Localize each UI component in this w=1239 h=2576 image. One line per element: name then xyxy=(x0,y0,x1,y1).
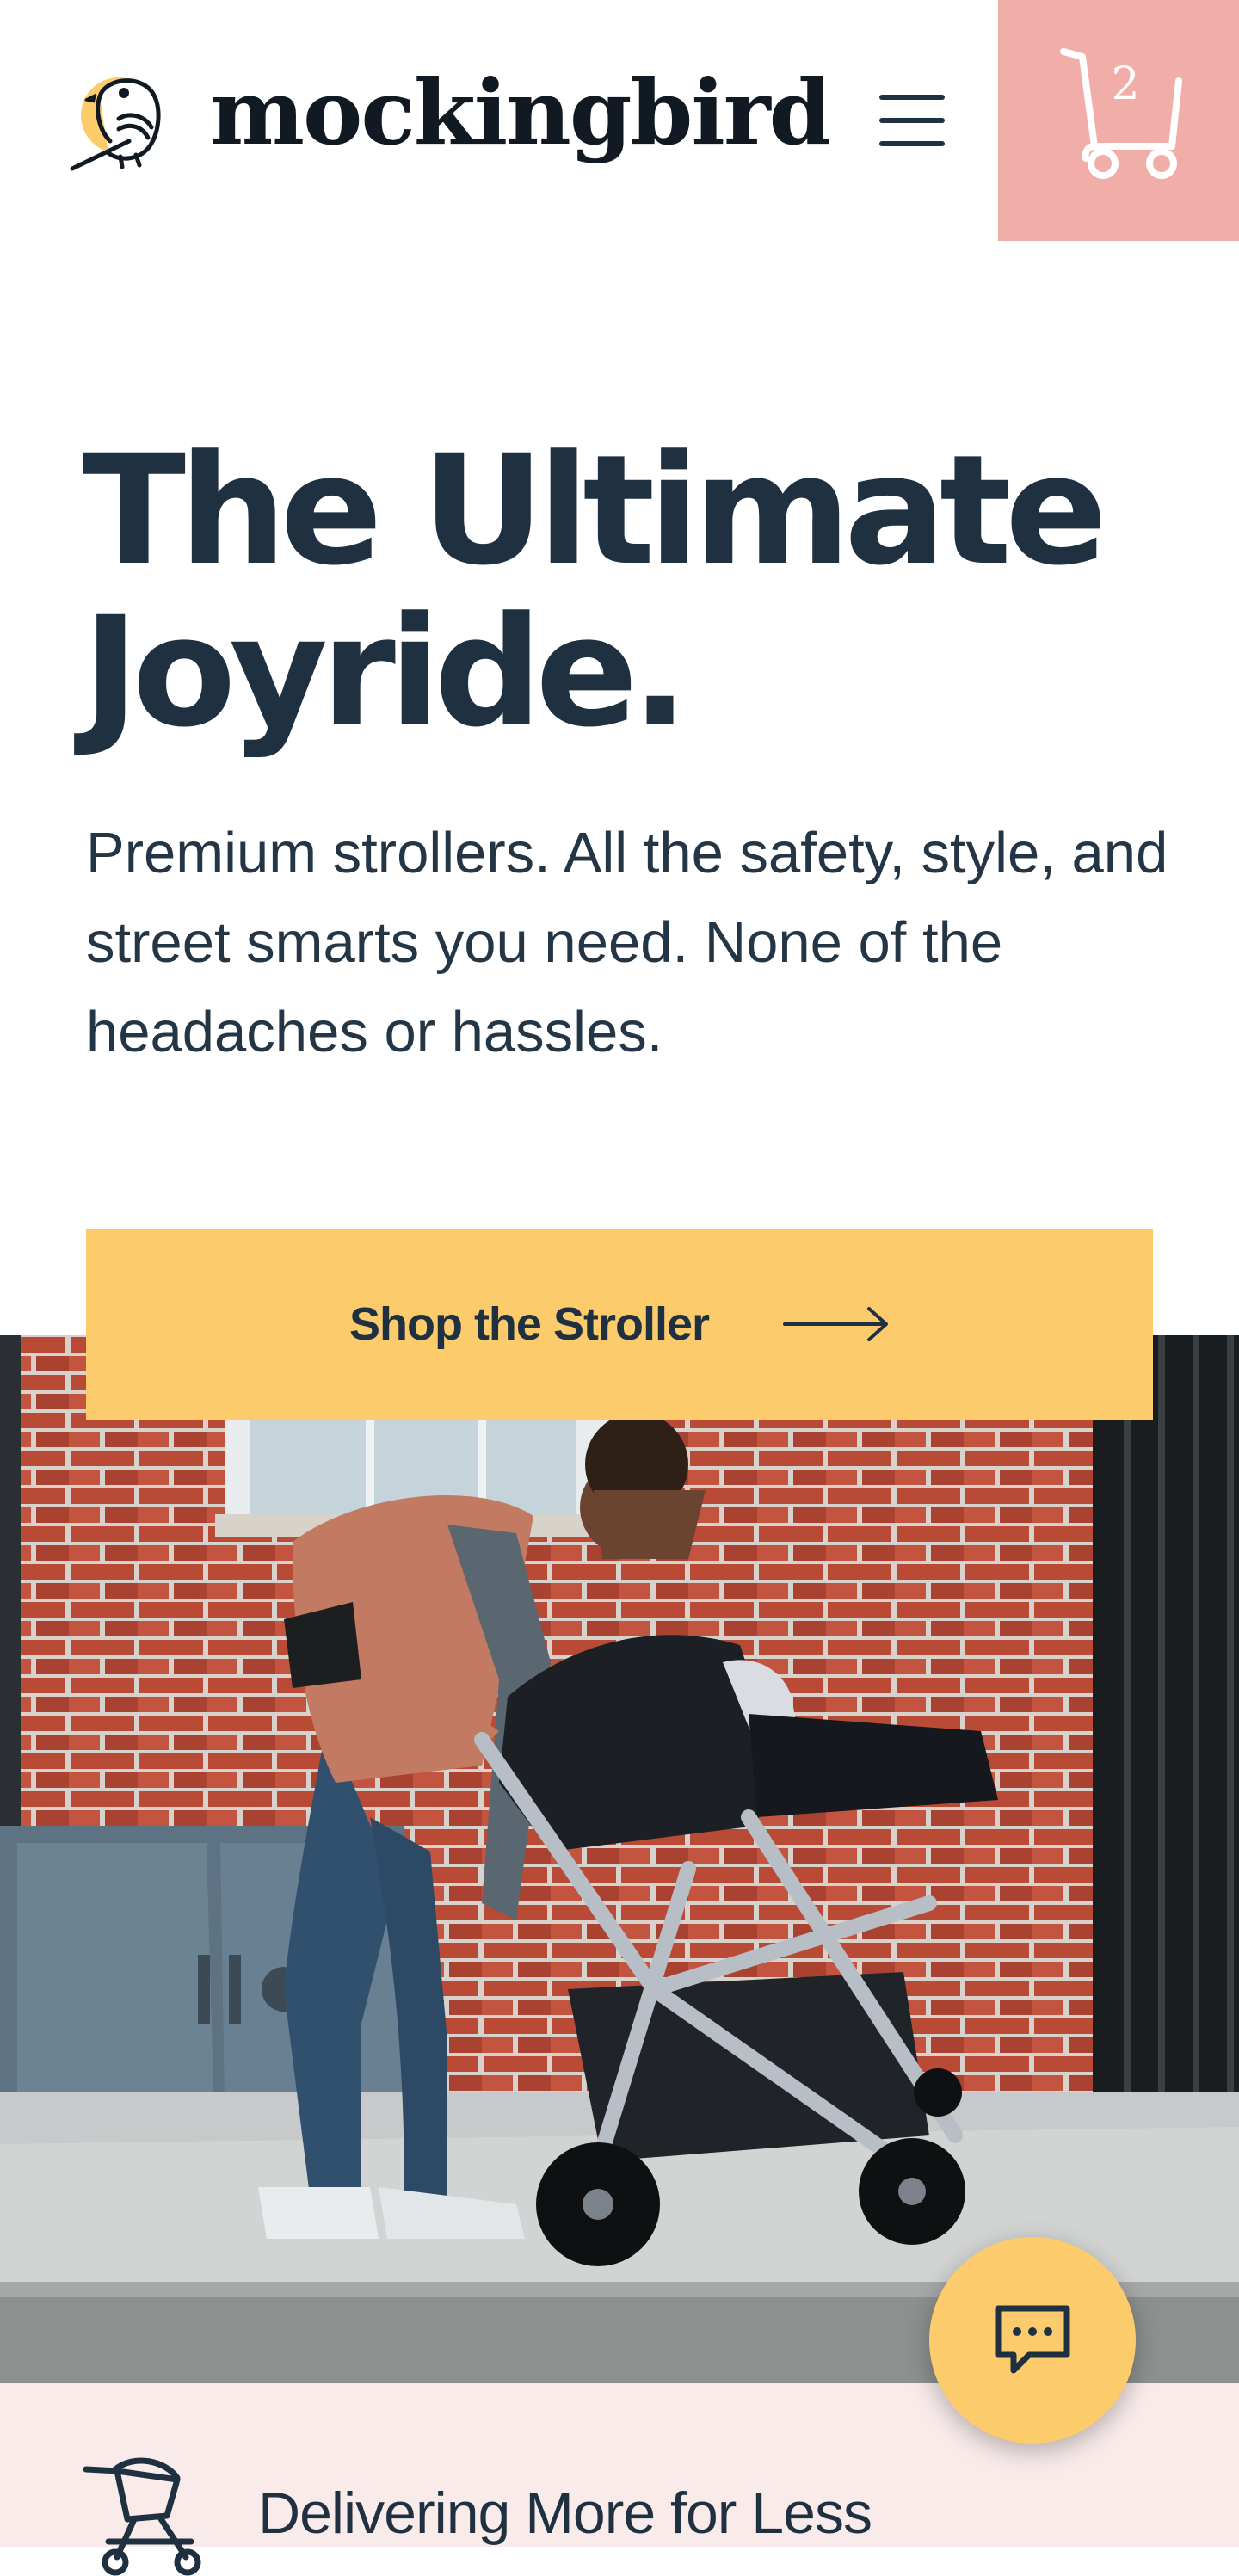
hamburger-menu-icon xyxy=(879,95,945,100)
hero-photo-illustration xyxy=(0,1335,1239,2383)
hero-photo xyxy=(0,1335,1239,2383)
hero-title: The Ultimate Joyride. xyxy=(83,422,1107,761)
brand-logo[interactable]: mockingbird xyxy=(69,59,831,174)
hamburger-menu-icon-bar xyxy=(879,141,945,146)
shop-the-stroller-button[interactable]: Shop the Stroller xyxy=(86,1229,1153,1420)
stroller-icon xyxy=(83,2457,201,2576)
chat-button[interactable] xyxy=(929,2237,1136,2444)
site-header: mockingbird 2 xyxy=(0,0,1239,241)
brand-name: mockingbird xyxy=(210,59,831,165)
menu-button[interactable] xyxy=(869,86,955,155)
cart-button[interactable] xyxy=(998,0,1239,241)
mockingbird-logo-icon xyxy=(70,77,161,171)
hamburger-menu-icon-bar xyxy=(879,118,945,123)
cta-label: Shop the Stroller xyxy=(348,1298,710,1350)
hero-subtitle: Premium strollers. All the safety, style… xyxy=(86,821,1168,1064)
cart-count-badge: 2 xyxy=(1111,59,1140,110)
chat-bubble-icon xyxy=(995,2305,1070,2374)
feature-title: Delivering More for Less xyxy=(258,2480,872,2546)
shopping-cart-icon xyxy=(1060,48,1182,179)
arrow-right-icon xyxy=(783,1307,889,1341)
